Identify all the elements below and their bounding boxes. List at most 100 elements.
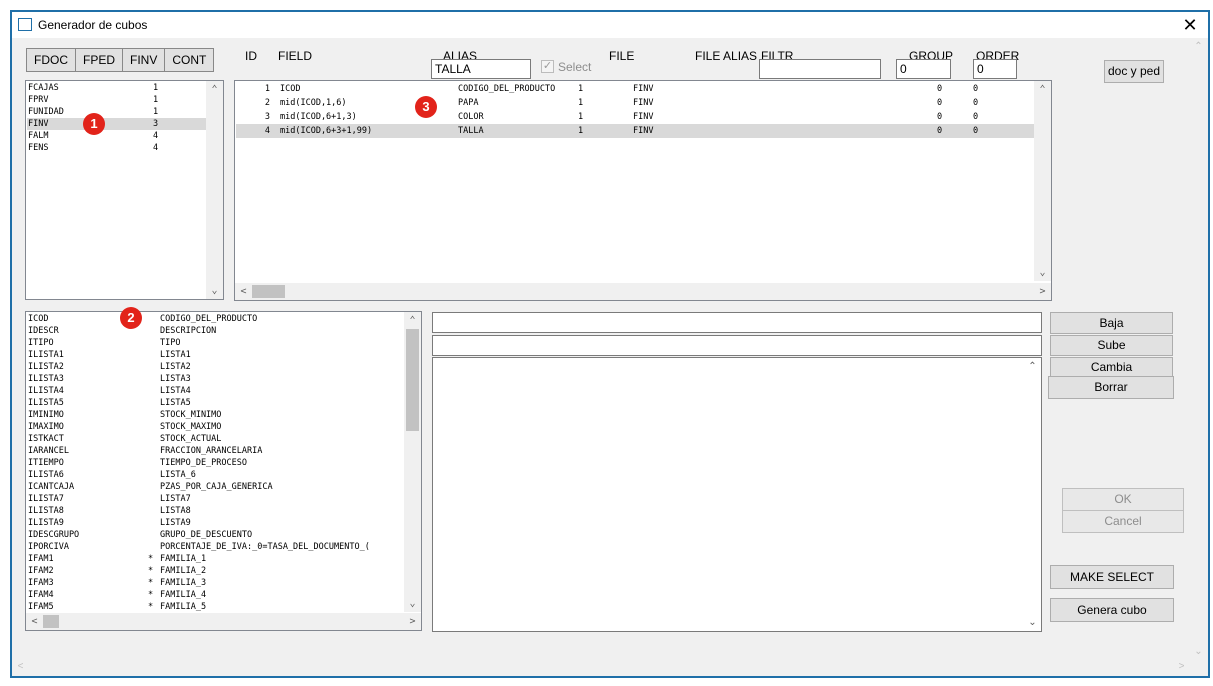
- list-item[interactable]: IFAM3 * FAMILIA_3: [27, 577, 403, 589]
- scroll-up-icon[interactable]: ⌃: [206, 81, 223, 98]
- scroll-down-icon[interactable]: ⌄: [1024, 614, 1041, 631]
- scroll-thumb[interactable]: [406, 329, 419, 431]
- fields-vscrollbar[interactable]: ⌃ ⌄: [404, 312, 421, 612]
- doc-y-ped-button[interactable]: doc y ped: [1104, 60, 1164, 83]
- field-name: ILISTA6: [28, 470, 64, 480]
- scroll-thumb[interactable]: [252, 285, 285, 298]
- textarea-vscrollbar[interactable]: ⌃ ⌄: [1024, 358, 1041, 631]
- list-item[interactable]: ILISTA2 LISTA2: [27, 361, 403, 373]
- list-item[interactable]: IMAXIMO STOCK_MAXIMO: [27, 421, 403, 433]
- alias-input[interactable]: [431, 59, 531, 79]
- sql-text-area[interactable]: ⌃ ⌄: [432, 357, 1042, 632]
- scroll-right-icon[interactable]: >: [404, 613, 421, 630]
- field-desc: FRACCION_ARANCELARIA: [160, 446, 263, 456]
- list-item[interactable]: IFAM5 * FAMILIA_5: [27, 601, 403, 613]
- row-select: 1: [578, 98, 584, 108]
- scroll-up-icon[interactable]: ⌃: [404, 312, 421, 329]
- list-item[interactable]: IFAM2 * FAMILIA_2: [27, 565, 403, 577]
- select-checkbox[interactable]: ✓: [541, 60, 554, 73]
- table-row[interactable]: 3 mid(ICOD,6+1,3) COLOR 1 FINV 0 0: [236, 110, 1034, 124]
- list-item[interactable]: FENS 4: [27, 142, 206, 154]
- list-item[interactable]: FCAJAS 1: [27, 82, 206, 94]
- window-vscrollbar[interactable]: ⌃ ⌄: [1190, 38, 1208, 660]
- fields-listbox[interactable]: ICOD CODIGO_DEL_PRODUCTO IDESCR DESCRIPCION…: [25, 311, 422, 631]
- table-row[interactable]: 1 ICOD CODIGO_DEL_PRODUCTO 1 FINV 0 0: [236, 82, 1034, 96]
- field-desc: PORCENTAJE_DE_IVA:_0=TASA_DEL_DOCUMENTO_…: [160, 542, 370, 552]
- list-item[interactable]: ISTKACT STOCK_ACTUAL: [27, 433, 403, 445]
- scroll-left-icon[interactable]: <: [26, 613, 43, 630]
- row-group: 0: [937, 84, 943, 94]
- files-vscrollbar[interactable]: ⌃ ⌄: [206, 81, 223, 299]
- list-item[interactable]: ILISTA7 LISTA7: [27, 493, 403, 505]
- scroll-up-icon[interactable]: ⌃: [1034, 81, 1051, 98]
- list-item[interactable]: ILISTA1 LISTA1: [27, 349, 403, 361]
- cancel-button[interactable]: Cancel: [1062, 510, 1184, 533]
- genera-cubo-button[interactable]: Genera cubo: [1050, 598, 1174, 622]
- cambia-button[interactable]: Cambia: [1050, 357, 1173, 377]
- list-item[interactable]: ITIEMPO TIEMPO_DE_PROCESO: [27, 457, 403, 469]
- list-item[interactable]: ITIPO TIPO: [27, 337, 403, 349]
- edit-field-1[interactable]: [432, 312, 1042, 333]
- list-item[interactable]: ICANTCAJA PZAS_POR_CAJA_GENERICA: [27, 481, 403, 493]
- field-mark: *: [148, 602, 154, 612]
- scroll-right-icon[interactable]: >: [1173, 658, 1190, 675]
- filtr-input[interactable]: [759, 59, 881, 79]
- list-item[interactable]: IDESCGRUPO GRUPO_DE_DESCUENTO: [27, 529, 403, 541]
- scroll-up-icon[interactable]: ⌃: [1024, 358, 1041, 375]
- order-input[interactable]: [973, 59, 1017, 79]
- tab-finv[interactable]: FINV: [123, 48, 166, 72]
- row-id: 2: [264, 98, 270, 108]
- field-name: ILISTA4: [28, 386, 64, 396]
- tab-fdoc[interactable]: FDOC: [26, 48, 76, 72]
- baja-button[interactable]: Baja: [1050, 312, 1173, 334]
- list-item[interactable]: FUNIDAD 1: [27, 106, 206, 118]
- grid-vscrollbar[interactable]: ⌃ ⌄: [1034, 81, 1051, 281]
- list-item[interactable]: FPRV 1: [27, 94, 206, 106]
- edit-field-2[interactable]: [432, 335, 1042, 356]
- close-button[interactable]: ✕: [1178, 14, 1202, 36]
- window-hscrollbar[interactable]: < >: [12, 658, 1190, 676]
- list-item[interactable]: ILISTA4 LISTA4: [27, 385, 403, 397]
- list-item[interactable]: IDESCR DESCRIPCION: [27, 325, 403, 337]
- fields-hscrollbar[interactable]: < >: [26, 613, 421, 630]
- grid-hscrollbar[interactable]: < >: [235, 283, 1051, 300]
- list-item[interactable]: IPORCIVA PORCENTAJE_DE_IVA:_0=TASA_DEL_DO…: [27, 541, 403, 553]
- field-desc: FAMILIA_1: [160, 554, 207, 564]
- tab-fped[interactable]: FPED: [76, 48, 124, 72]
- scroll-down-icon[interactable]: ⌄: [1190, 643, 1207, 660]
- list-item[interactable]: ILISTA9 LISTA9: [27, 517, 403, 529]
- file-name: FCAJAS: [28, 83, 59, 93]
- row-group: 0: [937, 112, 943, 122]
- list-item[interactable]: ILISTA3 LISTA3: [27, 373, 403, 385]
- list-item[interactable]: FINV 3: [27, 118, 206, 130]
- list-item[interactable]: IFAM1 * FAMILIA_1: [27, 553, 403, 565]
- scroll-down-icon[interactable]: ⌄: [206, 282, 223, 299]
- files-listbox[interactable]: FCAJAS 1 FPRV 1 FUNIDAD 1 FINV 3 FALM 4 FENS 4 ⌃ ⌄: [25, 80, 224, 300]
- scroll-left-icon[interactable]: <: [235, 283, 252, 300]
- scroll-down-icon[interactable]: ⌄: [1034, 264, 1051, 281]
- list-item[interactable]: ILISTA5 LISTA5: [27, 397, 403, 409]
- list-item[interactable]: ILISTA6 LISTA_6: [27, 469, 403, 481]
- scroll-down-icon[interactable]: ⌄: [404, 595, 421, 612]
- list-item[interactable]: ICOD CODIGO_DEL_PRODUCTO: [27, 313, 403, 325]
- scroll-up-icon[interactable]: ⌃: [1190, 38, 1207, 55]
- table-row[interactable]: 2 mid(ICOD,1,6) PAPA 1 FINV 0 0: [236, 96, 1034, 110]
- field-name: IMAXIMO: [28, 422, 64, 432]
- scroll-left-icon[interactable]: <: [12, 658, 29, 675]
- borrar-button[interactable]: Borrar: [1048, 376, 1174, 399]
- ok-button[interactable]: OK: [1062, 488, 1184, 511]
- select-grid[interactable]: 1 ICOD CODIGO_DEL_PRODUCTO 1 FINV 0 0 2 mid(ICOD…: [234, 80, 1052, 301]
- scroll-thumb[interactable]: [43, 615, 59, 628]
- list-item[interactable]: FALM 4: [27, 130, 206, 142]
- list-item[interactable]: IARANCEL FRACCION_ARANCELARIA: [27, 445, 403, 457]
- annotation-badge-1: 1: [83, 113, 105, 135]
- list-item[interactable]: ILISTA8 LISTA8: [27, 505, 403, 517]
- scroll-right-icon[interactable]: >: [1034, 283, 1051, 300]
- list-item[interactable]: IMINIMO STOCK_MINIMO: [27, 409, 403, 421]
- tab-cont[interactable]: CONT: [165, 48, 215, 72]
- table-row[interactable]: 4 mid(ICOD,6+3+1,99) TALLA 1 FINV 0 0: [236, 124, 1034, 138]
- list-item[interactable]: IFAM4 * FAMILIA_4: [27, 589, 403, 601]
- group-input[interactable]: [896, 59, 951, 79]
- sube-button[interactable]: Sube: [1050, 335, 1173, 356]
- make-select-button[interactable]: MAKE SELECT: [1050, 565, 1174, 589]
